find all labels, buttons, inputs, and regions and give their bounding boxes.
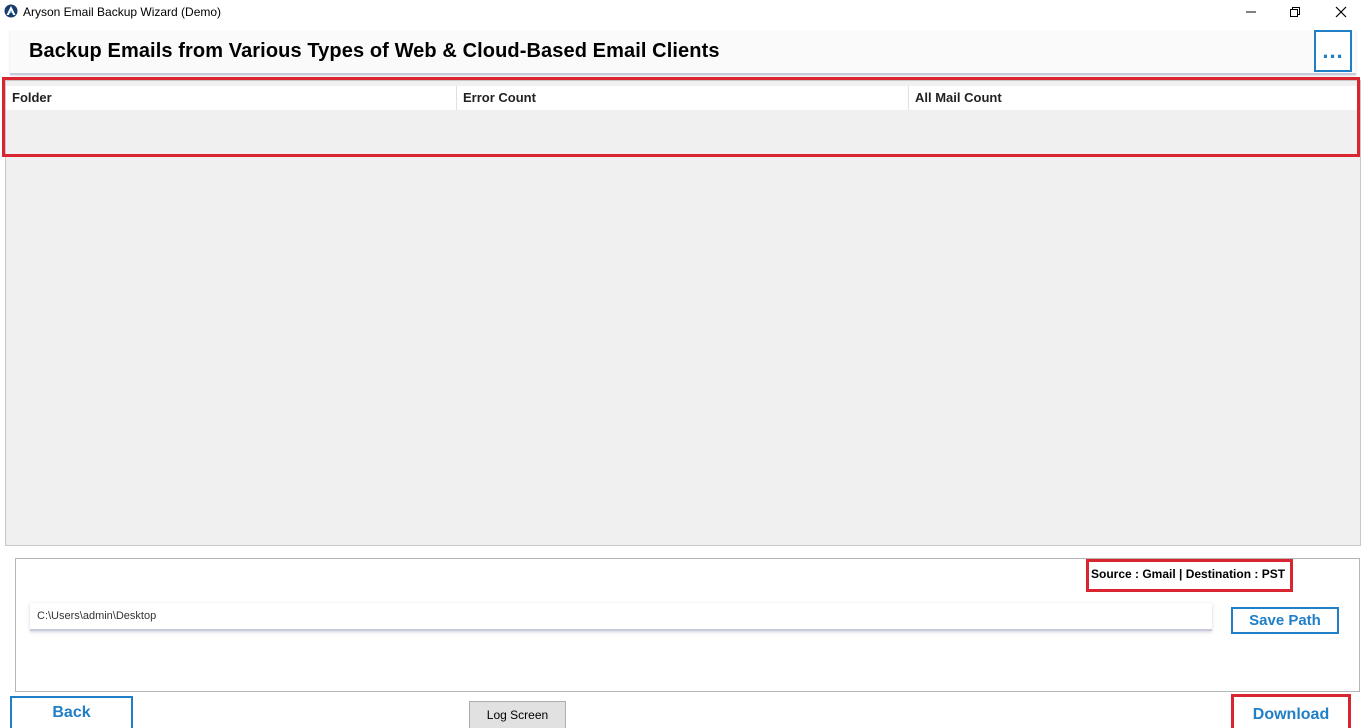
save-path-input[interactable] <box>30 603 1212 631</box>
restore-icon[interactable] <box>1272 0 1318 24</box>
back-button[interactable]: Back <box>10 696 133 728</box>
highlight-box-grid-header <box>2 77 1360 157</box>
more-options-button[interactable]: ... <box>1314 30 1352 72</box>
highlight-box-source-destination <box>1086 559 1293 592</box>
ellipsis-icon: ... <box>1322 38 1344 63</box>
highlight-box-download <box>1231 694 1351 728</box>
window-title: Aryson Email Backup Wizard (Demo) <box>23 5 222 19</box>
minimize-icon[interactable] <box>1228 0 1274 24</box>
page-header: Backup Emails from Various Types of Web … <box>10 31 1356 75</box>
save-path-button[interactable]: Save Path <box>1231 607 1339 634</box>
aryson-logo-icon <box>4 4 18 18</box>
page-title: Backup Emails from Various Types of Web … <box>29 40 720 62</box>
log-screen-button[interactable]: Log Screen <box>469 701 566 728</box>
close-icon[interactable] <box>1318 0 1364 24</box>
window-titlebar: Aryson Email Backup Wizard (Demo) <box>0 0 1366 24</box>
